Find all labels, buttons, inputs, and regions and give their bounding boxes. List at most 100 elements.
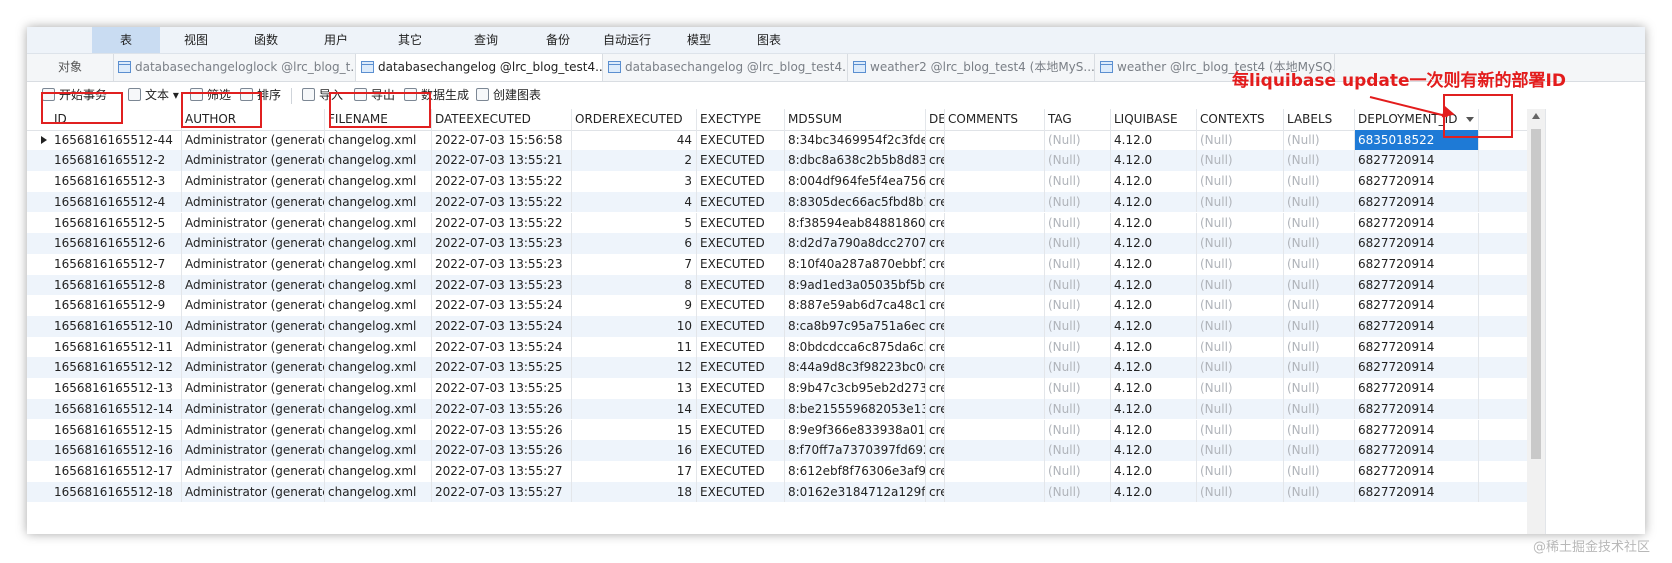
current-row-indicator-icon[interactable] [27,130,51,151]
cell-contexts[interactable]: (Null) [1197,171,1284,192]
cell-dateexecuted[interactable]: 2022-07-03 13:55:21 [432,150,572,172]
cell-exectype[interactable]: EXECUTED [697,398,785,420]
cell-des[interactable]: cre [926,212,945,234]
menu-item-5[interactable]: 查询 [452,27,520,53]
table-row[interactable]: 1656816165512-17Administrator (generated… [27,460,1527,482]
menu-item-6[interactable]: 备份 [524,27,592,53]
cell-deployment_id[interactable]: 6827720914 [1355,212,1479,234]
column-header-deployment_id[interactable]: DEPLOYMENT_ID [1355,109,1479,130]
cell-id[interactable]: 1656816165512-16 [51,440,182,461]
cell-deployment_id[interactable]: 6827720914 [1355,336,1479,358]
cell-filename[interactable]: changelog.xml [325,191,432,213]
cell-deployment_id[interactable]: 6827720914 [1355,233,1479,254]
cell-id[interactable]: 1656816165512-18 [51,481,182,503]
cell-author[interactable]: Administrator (generated) [182,357,325,379]
cell-tag[interactable]: (Null) [1045,274,1111,296]
cell-md5sum[interactable]: 8:ca8b97c95a751a6eca38 [785,316,926,337]
cell-author[interactable]: Administrator (generated) [182,419,325,441]
row-selector[interactable] [27,378,51,399]
cell-filename[interactable]: changelog.xml [325,357,432,379]
column-header-dateexecuted[interactable]: DATEEXECUTED [432,109,572,130]
filter-button[interactable]: 筛选 [189,82,231,109]
table-row[interactable]: 1656816165512-2Administrator (generated)… [27,150,1527,172]
cell-dateexecuted[interactable]: 2022-07-03 13:55:25 [432,378,572,399]
cell-contexts[interactable]: (Null) [1197,481,1284,503]
cell-filename[interactable]: changelog.xml [325,336,432,358]
cell-author[interactable]: Administrator (generated) [182,440,325,461]
column-header-liquibase[interactable]: LIQUIBASE [1111,109,1197,130]
cell-tag[interactable]: (Null) [1045,357,1111,379]
cell-contexts[interactable]: (Null) [1197,212,1284,234]
cell-orderexecuted[interactable]: 5 [572,212,697,234]
cell-author[interactable]: Administrator (generated) [182,378,325,399]
cell-orderexecuted[interactable]: 15 [572,419,697,441]
cell-author[interactable]: Administrator (generated) [182,274,325,296]
column-dropdown-icon[interactable] [1466,117,1474,122]
cell-des[interactable]: cre [926,171,945,192]
cell-dateexecuted[interactable]: 2022-07-03 13:55:22 [432,171,572,192]
cell-dateexecuted[interactable]: 2022-07-03 13:55:26 [432,440,572,461]
column-header-comments[interactable]: COMMENTS [945,109,1045,130]
cell-id[interactable]: 1656816165512-3 [51,171,182,192]
cell-orderexecuted[interactable]: 2 [572,150,697,172]
column-header-filename[interactable]: FILENAME [325,109,432,130]
cell-deployment_id[interactable]: 6827720914 [1355,253,1479,275]
cell-dateexecuted[interactable]: 2022-07-03 13:55:25 [432,357,572,379]
table-row[interactable]: 1656816165512-16Administrator (generated… [27,440,1527,461]
cell-des[interactable]: cre [926,419,945,441]
cell-orderexecuted[interactable]: 18 [572,481,697,503]
cell-filename[interactable]: changelog.xml [325,253,432,275]
cell-liquibase[interactable]: 4.12.0 [1111,171,1197,192]
cell-dateexecuted[interactable]: 2022-07-03 13:55:26 [432,398,572,420]
cell-tag[interactable]: (Null) [1045,233,1111,254]
cell-dateexecuted[interactable]: 2022-07-03 13:55:24 [432,295,572,316]
cell-filename[interactable]: changelog.xml [325,150,432,172]
cell-id[interactable]: 1656816165512-10 [51,316,182,337]
cell-md5sum[interactable]: 8:9b47c3cb95eb2d273d7 [785,378,926,399]
cell-id[interactable]: 1656816165512-12 [51,357,182,379]
cell-comments[interactable] [945,191,1045,213]
cell-deployment_id[interactable]: 6827720914 [1355,191,1479,213]
cell-id[interactable]: 1656816165512-6 [51,233,182,254]
cell-liquibase[interactable]: 4.12.0 [1111,460,1197,482]
cell-comments[interactable] [945,253,1045,275]
cell-author[interactable]: Administrator (generated) [182,336,325,358]
cell-exectype[interactable]: EXECUTED [697,129,785,151]
cell-author[interactable]: Administrator (generated) [182,253,325,275]
cell-exectype[interactable]: EXECUTED [697,440,785,461]
cell-author[interactable]: Administrator (generated) [182,233,325,254]
cell-tag[interactable]: (Null) [1045,129,1111,151]
table-tab-2[interactable]: databasechangelog @lrc_blog_test4... [603,54,848,81]
row-selector[interactable] [27,337,51,358]
table-row[interactable]: 1656816165512-9Administrator (generated)… [27,295,1527,316]
cell-liquibase[interactable]: 4.12.0 [1111,150,1197,172]
table-row[interactable]: 1656816165512-6Administrator (generated)… [27,233,1527,254]
cell-dateexecuted[interactable]: 2022-07-03 13:55:24 [432,336,572,358]
cell-author[interactable]: Administrator (generated) [182,150,325,172]
row-selector[interactable] [27,399,51,420]
row-selector[interactable] [27,482,51,503]
cell-md5sum[interactable]: 8:d2d7a790a8dcc2707452 [785,233,926,254]
cell-comments[interactable] [945,295,1045,316]
cell-filename[interactable]: changelog.xml [325,398,432,420]
cell-tag[interactable]: (Null) [1045,378,1111,399]
cell-des[interactable]: cre [926,357,945,379]
cell-comments[interactable] [945,129,1045,151]
cell-md5sum[interactable]: 8:9e9f366e833938a01bf6 [785,419,926,441]
cell-liquibase[interactable]: 4.12.0 [1111,233,1197,254]
cell-deployment_id[interactable]: 6827720914 [1355,171,1479,192]
cell-deployment_id[interactable]: 6827720914 [1355,398,1479,420]
column-header-contexts[interactable]: CONTEXTS [1197,109,1284,130]
cell-contexts[interactable]: (Null) [1197,295,1284,316]
cell-deployment_id[interactable]: 6827720914 [1355,274,1479,296]
row-selector[interactable] [27,295,51,316]
cell-deployment_id[interactable]: 6827720914 [1355,460,1479,482]
table-row[interactable]: 1656816165512-18Administrator (generated… [27,481,1527,503]
cell-des[interactable]: cre [926,440,945,461]
cell-contexts[interactable]: (Null) [1197,129,1284,151]
cell-des[interactable]: cre [926,253,945,275]
cell-md5sum[interactable]: 8:44a9d8c3f98223bc0ee2 [785,357,926,379]
table-row[interactable]: 1656816165512-8Administrator (generated)… [27,274,1527,296]
cell-des[interactable]: cre [926,316,945,337]
cell-orderexecuted[interactable]: 12 [572,357,697,379]
